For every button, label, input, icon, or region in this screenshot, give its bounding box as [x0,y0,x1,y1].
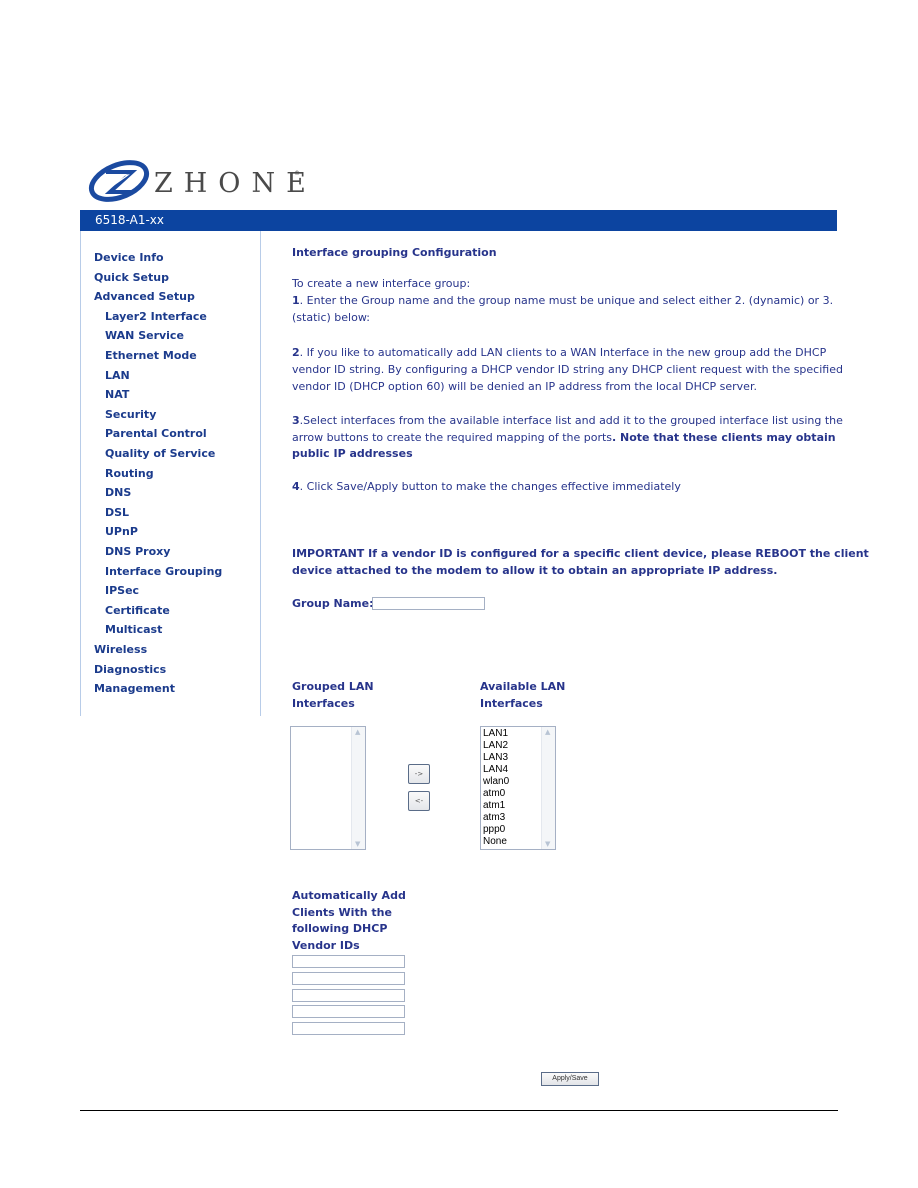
vendor-label-line4: Vendor IDs [292,939,360,952]
step2-line2: vendor ID string. By configuring a DHCP … [292,363,843,376]
apply-save-button[interactable]: Apply/Save [541,1072,599,1086]
available-label-line1: Available LAN [480,680,566,693]
list-option[interactable]: LAN2 [483,740,509,752]
sidebar-item-wireless[interactable]: Wireless [94,643,147,656]
sidebar-item-dns-proxy[interactable]: DNS Proxy [105,545,170,558]
available-options: LAN1 LAN2 LAN3 LAN4 wlan0 atm0 atm1 atm3 ppp0 Non… [483,728,509,848]
available-label-line2: Interfaces [480,697,543,710]
step2-num: 2 [292,346,300,359]
step1-line2: (static) below: [292,311,370,324]
vendor-label-line3: following DHCP [292,922,388,935]
move-left-button[interactable]: <- [408,791,430,811]
step2-line3: vendor ID (DHCP option 60) will be denie… [292,380,757,393]
list-option[interactable]: atm0 [483,788,509,800]
group-name-label: Group Name: [292,597,374,610]
important-line1: IMPORTANT If a vendor ID is configured f… [292,547,869,560]
page-title: Interface grouping Configuration [292,246,497,259]
step3-line3: public IP addresses [292,447,413,460]
available-interfaces-list[interactable]: LAN1 LAN2 LAN3 LAN4 wlan0 atm0 atm1 atm3 ppp0 Non… [480,726,556,850]
vendor-id-input[interactable] [292,955,405,968]
sidebar-item-advanced-setup[interactable]: Advanced Setup [94,290,195,303]
footer-divider [80,1110,838,1111]
sidebar-item-lan[interactable]: LAN [105,369,130,382]
scroll-down-icon[interactable]: ▼ [545,840,550,848]
step2-line1: 2. If you like to automatically add LAN … [292,344,826,361]
available-scrollbar[interactable]: ▲ ▼ [541,727,555,849]
sidebar-item-device-info[interactable]: Device Info [94,251,164,264]
step4-num: 4 [292,480,300,493]
sidebar-item-multicast[interactable]: Multicast [105,623,162,636]
brand-wordmark: ZHONE [154,168,317,199]
header-bar: 6518-A1-xx [80,210,837,231]
step1-text: . Enter the Group name and the group nam… [299,294,834,307]
move-right-button[interactable]: -> [408,764,430,784]
intro-text: To create a new interface group: [292,277,471,290]
vendor-id-input[interactable] [292,1005,405,1019]
list-option[interactable]: ppp0 [483,824,509,836]
list-option[interactable]: atm1 [483,800,509,812]
sidebar-item-ethernet-mode[interactable]: Ethernet Mode [105,349,197,362]
vendor-id-input[interactable] [292,988,405,1002]
sidebar-item-management[interactable]: Management [94,682,175,695]
sidebar-item-nat[interactable]: NAT [105,388,129,401]
grouped-label-line1: Grouped LAN [292,680,374,693]
sidebar-item-quality-of-service[interactable]: Quality of Service [105,447,215,460]
sidebar-item-certificate[interactable]: Certificate [105,604,170,617]
sidebar-item-routing[interactable]: Routing [105,467,154,480]
list-option[interactable]: atm3 [483,812,509,824]
vendor-label-line2: Clients With the [292,906,392,919]
step4-line1: 4. Click Save/Apply button to make the c… [292,478,681,495]
grouped-label-line2: Interfaces [292,697,355,710]
step3-line2: arrow buttons to create the required map… [292,429,836,446]
sidebar-item-security[interactable]: Security [105,408,156,421]
grouped-scrollbar[interactable]: ▲ ▼ [351,727,365,849]
list-option[interactable]: LAN3 [483,752,509,764]
list-option[interactable]: LAN1 [483,728,509,740]
zhone-logo: ZHONE ® [88,160,308,206]
list-option[interactable]: None [483,836,509,848]
step4-text: . Click Save/Apply button to make the ch… [299,480,681,493]
scroll-down-icon[interactable]: ▼ [355,840,360,848]
step2-text: . If you like to automatically add LAN c… [299,346,827,359]
zhone-swoosh-icon [88,160,150,202]
registered-mark: ® [294,170,300,177]
sidebar-item-layer2-interface[interactable]: Layer2 Interface [105,310,207,323]
sidebar-item-interface-grouping[interactable]: Interface Grouping [105,565,222,578]
step3-note: . Note that these clients may obtain [612,431,836,444]
step1-line1: 1. Enter the Group name and the group na… [292,292,833,309]
vendor-label-line1: Automatically Add [292,889,406,902]
sidebar-item-ipsec[interactable]: IPSec [105,584,139,597]
sidebar-item-dsl[interactable]: DSL [105,506,129,519]
vendor-id-input[interactable] [292,971,405,985]
list-option[interactable]: LAN4 [483,764,509,776]
list-option[interactable]: wlan0 [483,776,509,788]
step3-text-plain: arrow buttons to create the required map… [292,431,613,444]
sidebar-item-upnp[interactable]: UPnP [105,525,138,538]
step3-num: 3 [292,414,300,427]
sidebar-item-dns[interactable]: DNS [105,486,131,499]
group-name-input[interactable] [372,597,485,610]
scroll-up-icon[interactable]: ▲ [545,728,550,736]
sidebar-item-wan-service[interactable]: WAN Service [105,329,184,342]
step3-text: .Select interfaces from the available in… [299,414,843,427]
sidebar-item-quick-setup[interactable]: Quick Setup [94,271,169,284]
step1-num: 1 [292,294,300,307]
grouped-interfaces-list[interactable]: ▲ ▼ [290,726,366,850]
sidebar-item-parental-control[interactable]: Parental Control [105,427,207,440]
model-name: 6518-A1-xx [95,213,164,227]
step3-line1: 3.Select interfaces from the available i… [292,412,843,429]
scroll-up-icon[interactable]: ▲ [355,728,360,736]
sidebar-item-diagnostics[interactable]: Diagnostics [94,663,166,676]
vendor-id-input[interactable] [292,1022,405,1036]
important-line2: device attached to the modem to allow it… [292,564,778,577]
